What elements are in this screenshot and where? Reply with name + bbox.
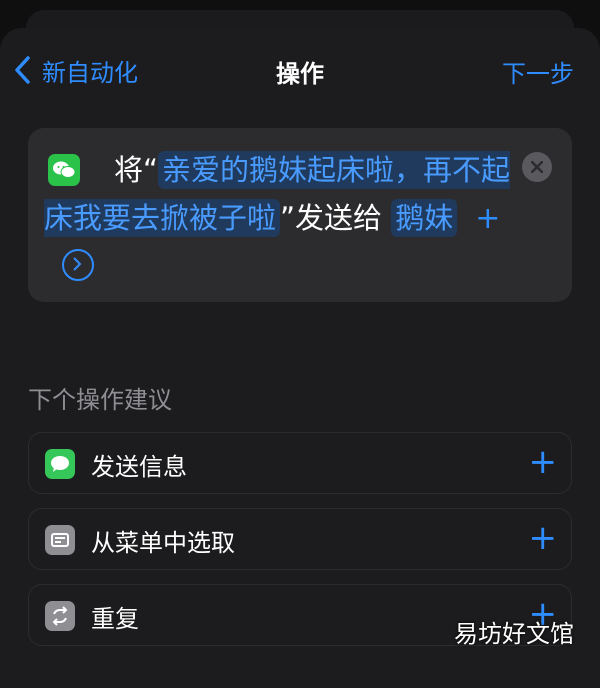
repeat-icon [45,601,75,631]
clear-icon[interactable] [522,152,552,182]
recipient-token[interactable]: 鹅妹 [391,199,458,237]
menu-icon [45,525,75,555]
suggestion-label: 发送信息 [91,453,187,481]
navigation-bar: 新自动化 操作 下一步 [0,40,600,100]
action-sentence: 将“ 亲爱的鹅妹起床啦，再不起床我要去掀被子啦 ”发送给 鹅妹 + [44,146,524,291]
add-recipient-button[interactable]: + [475,201,500,236]
watermark: 易坊好文馆 [454,620,574,648]
add-button[interactable]: + [529,519,558,557]
expand-arrow-icon[interactable] [62,249,94,281]
action-prefix: 将“ [114,153,159,187]
wechat-action-card: 将“ 亲爱的鹅妹起床啦，再不起床我要去掀被子啦 ”发送给 鹅妹 + [28,128,572,302]
add-button[interactable]: + [529,443,558,481]
suggestion-choose-from-menu[interactable]: 从菜单中选取 + [28,508,572,570]
suggestion-send-message[interactable]: 发送信息 + [28,432,572,494]
suggestions-header: 下个操作建议 [28,386,172,414]
suggestion-label: 重复 [91,605,139,633]
suggestion-label: 从菜单中选取 [91,529,235,557]
messages-icon [45,449,75,479]
action-middle: ”发送给 [280,201,383,235]
next-button[interactable]: 下一步 [502,54,574,89]
